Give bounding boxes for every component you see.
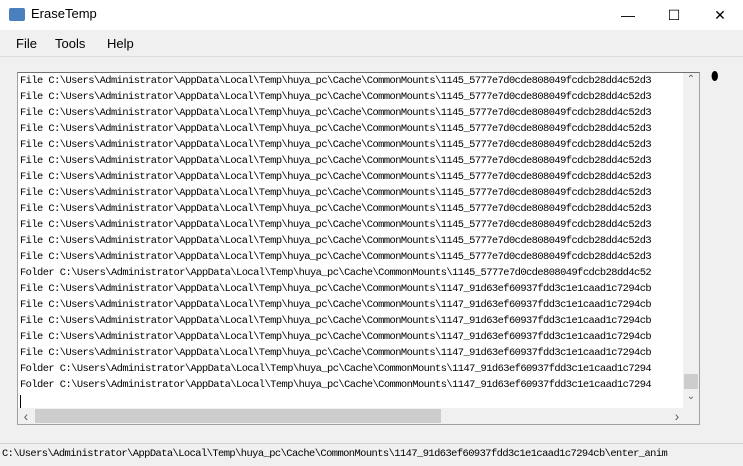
minimize-button[interactable]: — bbox=[605, 0, 651, 30]
maximize-button[interactable]: ☐ bbox=[651, 0, 697, 30]
log-line: File C:\Users\Administrator\AppData\Loca… bbox=[20, 299, 652, 311]
vertical-scrollbar[interactable]: ⌃ ⌄ bbox=[683, 73, 699, 408]
log-line: File C:\Users\Administrator\AppData\Loca… bbox=[20, 187, 652, 199]
vertical-scroll-thumb[interactable] bbox=[684, 374, 698, 389]
horizontal-scroll-thumb[interactable] bbox=[35, 409, 441, 423]
log-textarea[interactable]: File C:\Users\Administrator\AppData\Loca… bbox=[17, 72, 700, 425]
log-line: File C:\Users\Administrator\AppData\Loca… bbox=[20, 251, 652, 263]
scroll-left-icon[interactable]: ‹ bbox=[18, 408, 34, 424]
scroll-down-icon[interactable]: ⌄ bbox=[683, 391, 699, 402]
menu-bar: File Tools Help bbox=[0, 30, 743, 57]
log-line: File C:\Users\Administrator\AppData\Loca… bbox=[20, 235, 652, 247]
log-line: File C:\Users\Administrator\AppData\Loca… bbox=[20, 107, 652, 119]
log-line: File C:\Users\Administrator\AppData\Loca… bbox=[20, 75, 652, 87]
scroll-up-icon[interactable]: ⌃ bbox=[683, 74, 699, 85]
eraser-icon[interactable]: ⬮ bbox=[711, 69, 719, 84]
title-bar: EraseTemp — ☐ ✕ bbox=[0, 0, 743, 30]
log-line: File C:\Users\Administrator\AppData\Loca… bbox=[20, 139, 652, 151]
app-folder-icon bbox=[9, 8, 25, 21]
menu-help[interactable]: Help bbox=[107, 36, 134, 51]
horizontal-scrollbar[interactable]: ‹ › bbox=[18, 408, 685, 424]
text-caret bbox=[20, 395, 21, 408]
log-line: File C:\Users\Administrator\AppData\Loca… bbox=[20, 331, 652, 343]
close-button[interactable]: ✕ bbox=[697, 0, 743, 30]
log-line: File C:\Users\Administrator\AppData\Loca… bbox=[20, 219, 652, 231]
status-bar: C:\Users\Administrator\AppData\Local\Tem… bbox=[0, 443, 743, 466]
log-lines: File C:\Users\Administrator\AppData\Loca… bbox=[20, 73, 684, 393]
log-line: Folder C:\Users\Administrator\AppData\Lo… bbox=[20, 363, 652, 375]
log-line: File C:\Users\Administrator\AppData\Loca… bbox=[20, 155, 652, 167]
log-line: File C:\Users\Administrator\AppData\Loca… bbox=[20, 91, 652, 103]
scrollbar-corner bbox=[683, 408, 699, 424]
window-title: EraseTemp bbox=[31, 6, 97, 21]
log-line: Folder C:\Users\Administrator\AppData\Lo… bbox=[20, 379, 652, 391]
log-line: File C:\Users\Administrator\AppData\Loca… bbox=[20, 315, 652, 327]
log-line: Folder C:\Users\Administrator\AppData\Lo… bbox=[20, 267, 652, 279]
menu-tools[interactable]: Tools bbox=[55, 36, 85, 51]
log-line: File C:\Users\Administrator\AppData\Loca… bbox=[20, 171, 652, 183]
menu-file[interactable]: File bbox=[16, 36, 37, 51]
log-line: File C:\Users\Administrator\AppData\Loca… bbox=[20, 283, 652, 295]
log-line: File C:\Users\Administrator\AppData\Loca… bbox=[20, 203, 652, 215]
log-line: File C:\Users\Administrator\AppData\Loca… bbox=[20, 347, 652, 359]
log-line: File C:\Users\Administrator\AppData\Loca… bbox=[20, 123, 652, 135]
